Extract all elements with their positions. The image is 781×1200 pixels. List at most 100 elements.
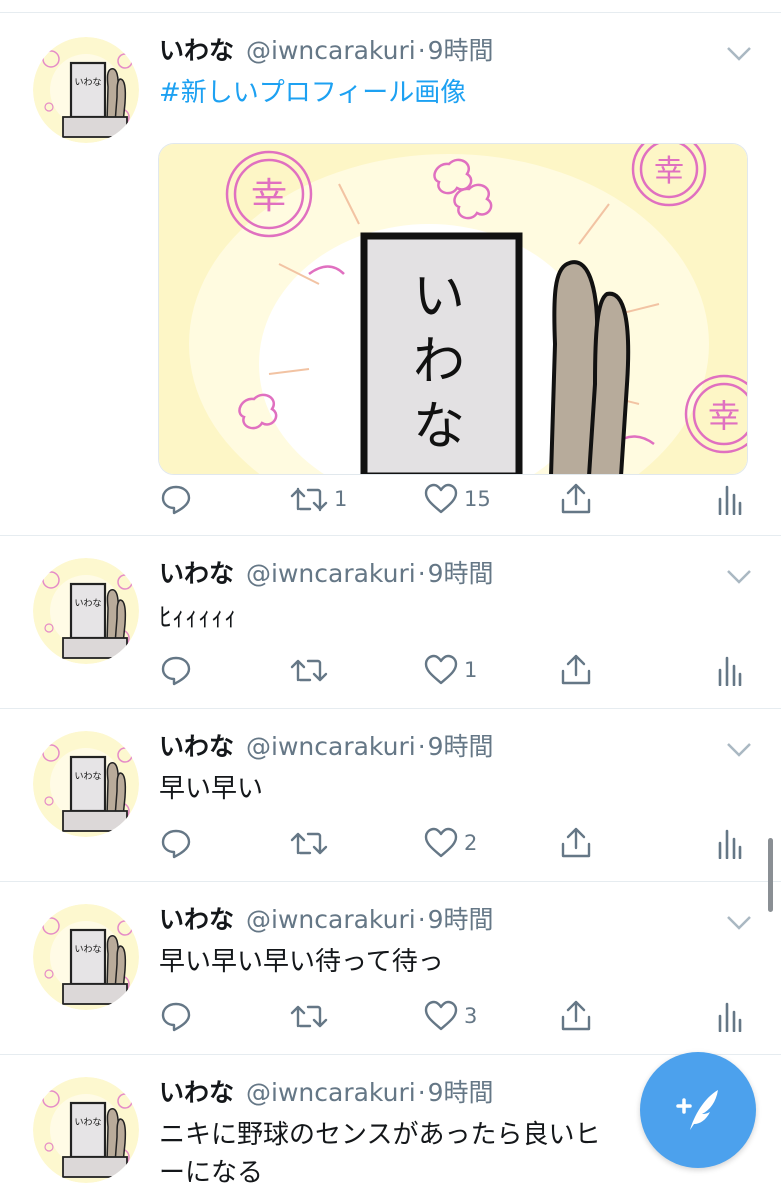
stamp-text: 幸 — [251, 176, 287, 217]
reply-button[interactable] — [160, 479, 198, 519]
avatar[interactable]: いわな — [33, 1077, 139, 1183]
retweet-button[interactable] — [290, 996, 334, 1036]
share-icon — [561, 483, 591, 514]
like-button[interactable]: 1 — [424, 650, 477, 690]
share-icon — [561, 1000, 591, 1031]
tweet-header: いわな @iwncarakuri·9時間 — [159, 35, 494, 67]
tweet-header: いわな @iwncarakuri·9時間 — [159, 1077, 494, 1109]
stamp-text: 幸 — [654, 154, 684, 189]
tweet-text: ﾋｨｨｨｨｨ — [159, 603, 238, 633]
tweet-text-line: ニキに野球のセンスがあったら良いヒ — [159, 1120, 601, 1150]
retweet-button[interactable] — [290, 823, 334, 863]
chevron-down-icon[interactable] — [724, 734, 754, 764]
analytics-icon — [718, 1002, 742, 1032]
retweet-count: 1 — [334, 487, 348, 511]
reply-icon — [161, 829, 191, 859]
timestamp[interactable]: 9時間 — [428, 559, 494, 588]
chevron-down-icon[interactable] — [724, 561, 754, 591]
like-count: 3 — [464, 1004, 478, 1028]
display-name[interactable]: いわな — [159, 36, 234, 65]
time-separator: · — [417, 1078, 426, 1107]
heart-icon — [424, 827, 458, 858]
display-name[interactable]: いわな — [159, 559, 234, 588]
tweet-header: いわな @iwncarakuri·9時間 — [159, 904, 494, 936]
chevron-down-icon[interactable] — [724, 38, 754, 68]
heart-icon — [424, 654, 458, 685]
reply-icon — [161, 485, 191, 515]
chevron-down-icon[interactable] — [724, 907, 754, 937]
reply-button[interactable] — [160, 823, 198, 863]
time-separator: · — [417, 36, 426, 65]
retweet-icon — [290, 659, 328, 682]
timestamp[interactable]: 9時間 — [428, 1078, 494, 1107]
like-button[interactable]: 15 — [424, 479, 491, 519]
analytics-icon — [718, 829, 742, 859]
tweet-text-line: ーになる — [159, 1158, 264, 1188]
tweet-item[interactable]: いわな いわな @iwncarakuri·9時間 #新しいプロフィール画像 幸 … — [0, 13, 781, 536]
avatar[interactable]: いわな — [33, 731, 139, 837]
username[interactable]: @iwncarakuri — [246, 559, 416, 588]
share-icon — [561, 654, 591, 685]
retweet-button[interactable]: 1 — [290, 479, 347, 519]
sign-char: わ — [413, 332, 465, 392]
compose-tweet-icon — [676, 1090, 718, 1130]
reply-button[interactable] — [160, 650, 198, 690]
timestamp[interactable]: 9時間 — [428, 36, 494, 65]
retweet-icon — [290, 832, 328, 855]
analytics-button[interactable] — [716, 650, 742, 690]
compose-tweet-button[interactable] — [640, 1052, 756, 1168]
retweet-icon — [290, 1005, 328, 1028]
time-separator: · — [417, 559, 426, 588]
display-name[interactable]: いわな — [159, 905, 234, 934]
like-button[interactable]: 2 — [424, 823, 477, 863]
analytics-button[interactable] — [716, 479, 742, 519]
avatar[interactable]: いわな — [33, 37, 139, 143]
time-separator: · — [417, 732, 426, 761]
retweet-icon — [290, 487, 328, 512]
share-button[interactable] — [559, 823, 593, 863]
retweet-button[interactable] — [290, 650, 334, 690]
display-name[interactable]: いわな — [159, 732, 234, 761]
timestamp[interactable]: 9時間 — [428, 905, 494, 934]
stamp-text: 幸 — [708, 397, 740, 435]
tweet-text: 早い早い — [159, 774, 264, 804]
avatar[interactable]: いわな — [33, 558, 139, 664]
like-button[interactable]: 3 — [424, 996, 477, 1036]
avatar-text: いわな — [74, 77, 101, 88]
username[interactable]: @iwncarakuri — [246, 1078, 416, 1107]
share-button[interactable] — [559, 650, 593, 690]
share-button[interactable] — [559, 996, 593, 1036]
media-illustration: 幸 幸 幸 い わ な — [159, 144, 747, 474]
username[interactable]: @iwncarakuri — [246, 905, 416, 934]
avatar-image: いわな — [33, 558, 139, 664]
tweet-media-image[interactable]: 幸 幸 幸 い わ な — [158, 143, 748, 475]
tweet-text: 早い早い早い待って待っ — [159, 947, 444, 977]
tweet-actions: 2 — [0, 823, 781, 863]
avatar-text: いわな — [74, 771, 101, 782]
timestamp[interactable]: 9時間 — [428, 732, 494, 761]
reply-icon — [161, 1002, 191, 1032]
analytics-button[interactable] — [716, 996, 742, 1036]
display-name[interactable]: いわな — [159, 1078, 234, 1107]
tweet-header: いわな @iwncarakuri·9時間 — [159, 558, 494, 590]
reply-button[interactable] — [160, 996, 198, 1036]
scrollbar-thumb[interactable] — [768, 838, 773, 912]
avatar-image: いわな — [33, 37, 139, 143]
like-count: 2 — [464, 831, 478, 855]
tweet-item[interactable]: いわな いわな @iwncarakuri·9時間 ﾋｨｨｨｨｨ 1 — [0, 536, 781, 709]
avatar-image: いわな — [33, 731, 139, 837]
tweet-item[interactable]: いわな いわな @iwncarakuri·9時間 早い早い早い待って待っ 3 — [0, 882, 781, 1055]
tweet-actions: 1 — [0, 650, 781, 690]
tweet-item[interactable]: いわな いわな @iwncarakuri·9時間 早い早い 2 — [0, 709, 781, 882]
like-count: 15 — [464, 487, 491, 511]
sign-char: い — [413, 267, 465, 327]
avatar-text: いわな — [74, 1117, 101, 1128]
analytics-button[interactable] — [716, 823, 742, 863]
time-separator: · — [417, 905, 426, 934]
avatar-image: いわな — [33, 904, 139, 1010]
username[interactable]: @iwncarakuri — [246, 732, 416, 761]
hashtag-link[interactable]: #新しいプロフィール画像 — [159, 78, 466, 108]
avatar[interactable]: いわな — [33, 904, 139, 1010]
share-button[interactable] — [559, 479, 593, 519]
username[interactable]: @iwncarakuri — [246, 36, 416, 65]
